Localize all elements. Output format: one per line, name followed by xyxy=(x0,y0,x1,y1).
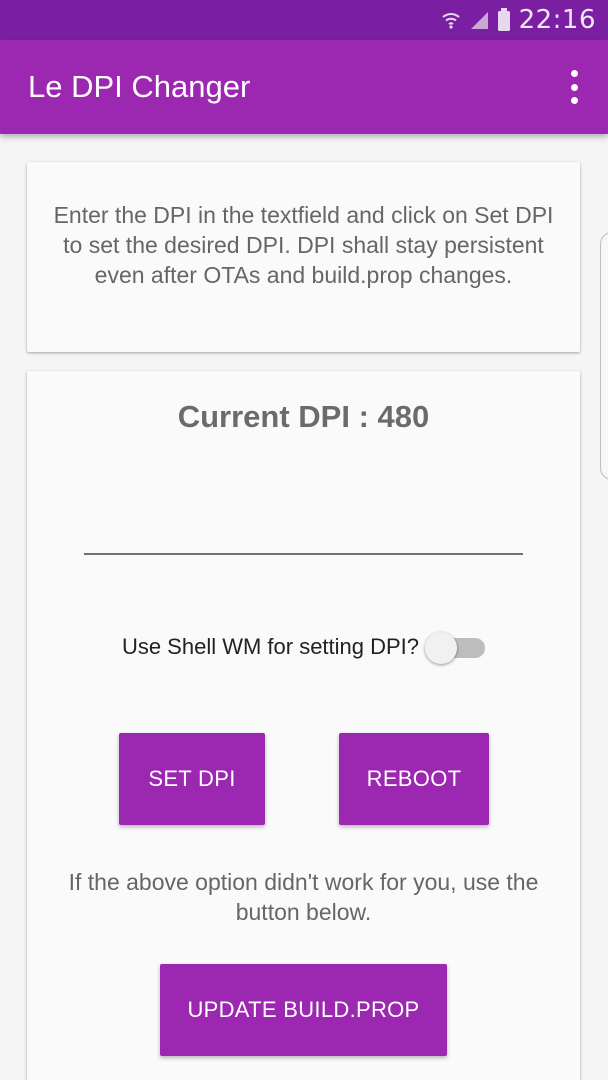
battery-icon xyxy=(497,8,510,31)
update-build-prop-button[interactable]: UPDATE BUILD.PROP xyxy=(160,964,447,1056)
edge-panel-handle[interactable] xyxy=(600,232,608,480)
dpi-input[interactable] xyxy=(84,491,523,555)
overflow-dot xyxy=(570,83,578,91)
info-text: Enter the DPI in the textfield and click… xyxy=(53,202,554,288)
signal-icon xyxy=(470,12,488,29)
app-title: Le DPI Changer xyxy=(28,69,251,104)
wifi-icon xyxy=(441,13,460,29)
alt-option-text: If the above option didn't work for you,… xyxy=(68,869,539,925)
overflow-menu-icon[interactable] xyxy=(564,70,584,104)
current-dpi-label: Current DPI : 480 xyxy=(177,399,430,434)
shell-wm-switch[interactable] xyxy=(425,630,486,664)
main-card: Current DPI : 480 Use Shell WM for setti… xyxy=(27,371,580,1080)
switch-thumb xyxy=(425,632,458,664)
app-bar: Le DPI Changer xyxy=(0,40,608,134)
reboot-button[interactable]: REBOOT xyxy=(339,733,489,825)
overflow-dot xyxy=(570,97,578,104)
status-time: 22:16 xyxy=(518,5,596,35)
status-bar: 22:16 xyxy=(0,0,608,40)
info-card: Enter the DPI in the textfield and click… xyxy=(27,162,580,352)
set-dpi-button[interactable]: SET DPI xyxy=(119,733,265,825)
overflow-dot xyxy=(570,70,578,77)
shell-wm-switch-row: Use Shell WM for setting DPI? xyxy=(27,629,580,665)
shell-wm-switch-label: Use Shell WM for setting DPI? xyxy=(121,634,420,659)
status-icons: 22:16 xyxy=(441,0,596,40)
